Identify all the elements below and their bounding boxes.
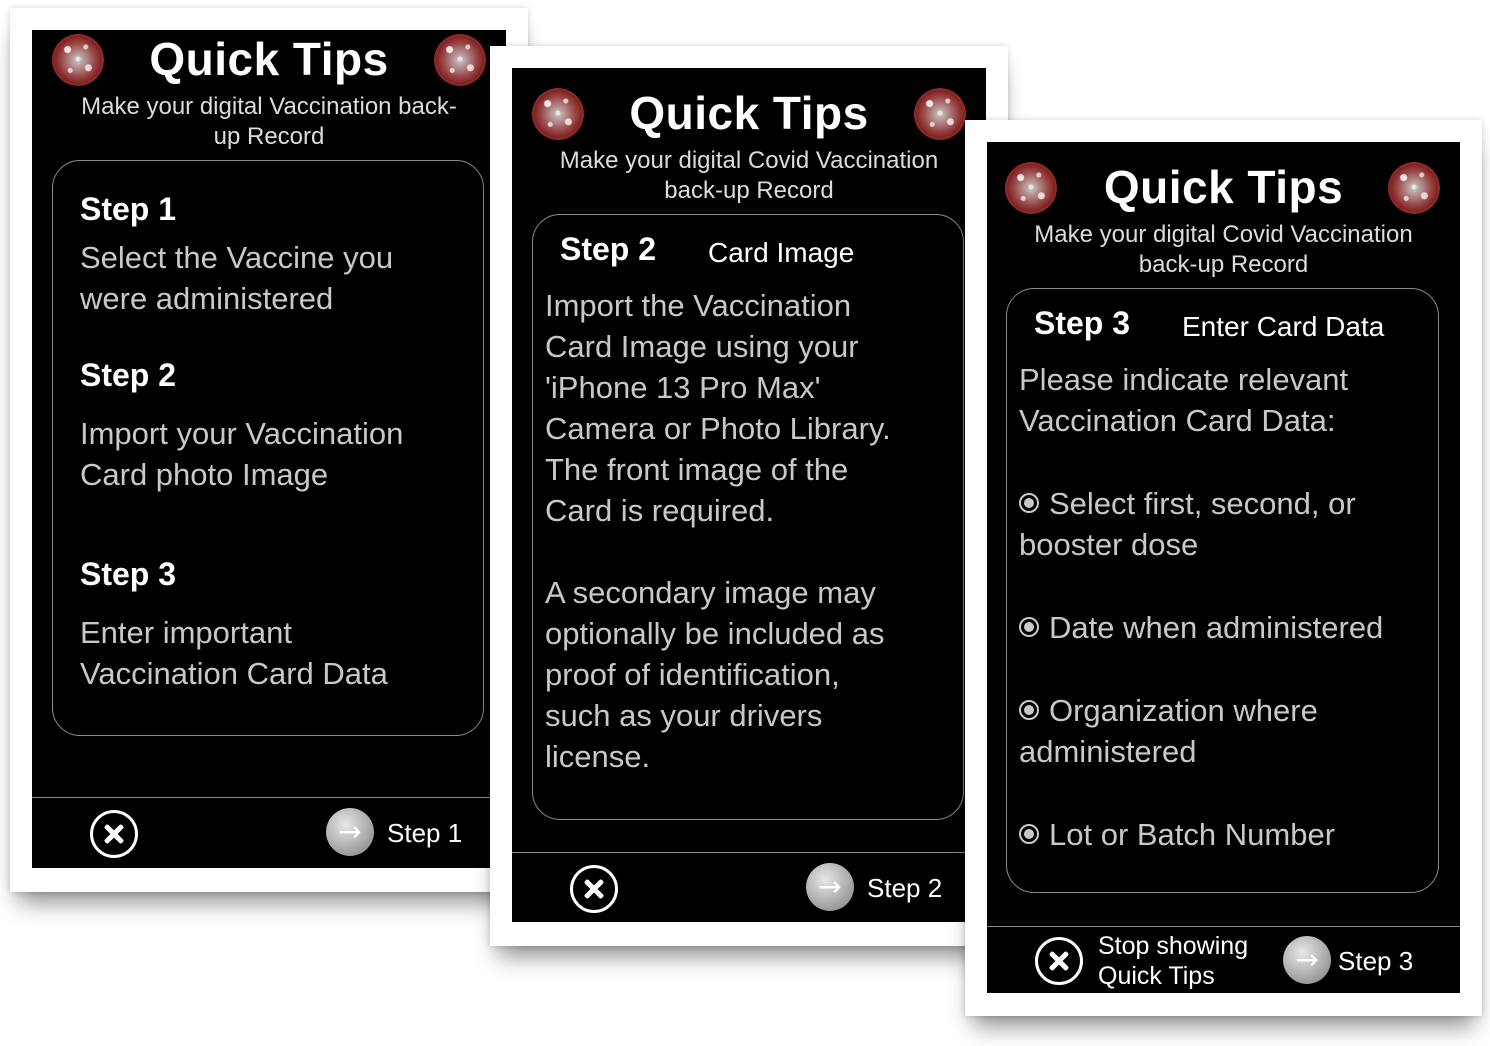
next-step-label[interactable]: Step 1 — [387, 818, 462, 849]
screen-title: Quick Tips — [149, 33, 389, 85]
step-2-heading: Step 2 — [80, 357, 177, 393]
screen-subtitle: Make your digital Covid Vaccination back… — [559, 147, 939, 204]
step-heading: Step 3 — [1034, 305, 1131, 341]
step-panel: Step 3 Enter Card Data Please indicate r… — [1006, 288, 1439, 893]
next-step-label[interactable]: Step 3 — [1338, 946, 1413, 977]
stop-showing-tips-label[interactable]: Stop showing Quick Tips — [1098, 931, 1248, 991]
steps-panel: Step 1 Select the Vaccine you were admin… — [52, 160, 484, 736]
step-1-text: Select the Vaccine you were administered — [80, 240, 394, 316]
next-arrow-icon[interactable]: → — [1283, 936, 1331, 984]
radio-bullet-icon — [1019, 616, 1039, 637]
step-1-heading: Step 1 — [80, 191, 177, 227]
screen-title: Quick Tips — [1103, 161, 1344, 213]
step-heading: Step 2 — [560, 231, 657, 267]
step-3-text: Enter important Vaccination Card Data — [80, 615, 388, 691]
phone-screen-3: Quick Tips Make your digital Covid Vacci… — [987, 142, 1460, 993]
footer-bar: Stop showing Quick Tips → Step 3 — [987, 926, 1460, 993]
quick-tips-card-2: Quick Tips Make your digital Covid Vacci… — [490, 46, 1008, 946]
bullet-item-organization: Organization where administered — [1019, 693, 1318, 769]
step-body-text: Import the Vaccination Card Image using … — [545, 288, 891, 774]
screen-subtitle: Make your digital Covid Vaccination back… — [1034, 221, 1413, 278]
screen-subtitle: Make your digital Vaccination back- up R… — [81, 93, 457, 150]
bullet-item-lot: Lot or Batch Number — [1019, 814, 1335, 855]
phone-screen-2: Quick Tips Make your digital Covid Vacci… — [512, 68, 986, 922]
radio-bullet-icon — [1019, 699, 1039, 720]
step-2-text: Import your Vaccination Card photo Image — [80, 416, 404, 492]
step-3-heading: Step 3 — [80, 556, 177, 592]
quick-tips-card-3: Quick Tips Make your digital Covid Vacci… — [965, 120, 1482, 1016]
bullet-item-date: Date when administered — [1019, 607, 1383, 648]
close-icon[interactable] — [1035, 937, 1083, 985]
next-arrow-icon[interactable]: → — [326, 808, 374, 856]
radio-bullet-icon — [1019, 492, 1039, 513]
radio-bullet-icon — [1019, 823, 1039, 844]
footer-bar: → Step 2 — [512, 852, 986, 922]
close-icon[interactable] — [90, 810, 138, 858]
next-step-label[interactable]: Step 2 — [867, 873, 942, 904]
next-arrow-icon[interactable]: → — [806, 863, 854, 911]
quick-tips-card-1: Quick Tips Make your digital Vaccination… — [10, 8, 528, 892]
phone-screen-1: Quick Tips Make your digital Vaccination… — [32, 30, 506, 868]
step-subtitle: Enter Card Data — [1182, 311, 1385, 342]
step-subtitle: Card Image — [708, 237, 855, 268]
bullet-item-dose: Select first, second, or booster dose — [1019, 486, 1356, 562]
footer-bar: → Step 1 — [32, 797, 506, 868]
step-intro-text: Please indicate relevant Vaccination Car… — [1019, 362, 1349, 438]
screen-title: Quick Tips — [629, 87, 869, 139]
close-icon[interactable] — [570, 865, 618, 913]
step-panel: Step 2 Card Image Import the Vaccination… — [532, 214, 964, 820]
